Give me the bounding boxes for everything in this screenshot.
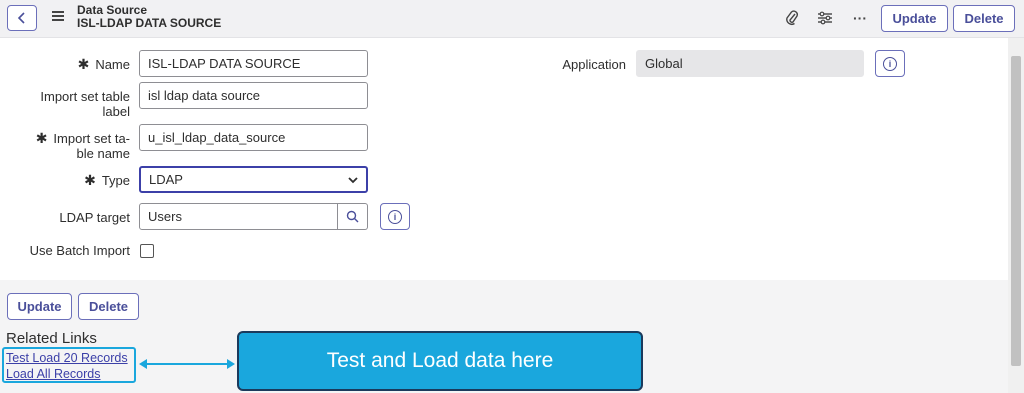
back-button[interactable] xyxy=(7,5,37,31)
load-all-records-link[interactable]: Load All Records xyxy=(6,367,101,381)
import-set-name-label: ✱ Import set ta- ble name xyxy=(35,130,130,162)
required-mark: ✱ xyxy=(77,56,90,72)
hamburger-menu-icon[interactable] xyxy=(52,11,64,23)
page-title-record: ISL-LDAP DATA SOURCE xyxy=(77,16,222,30)
footer-delete-button[interactable]: Delete xyxy=(78,293,139,320)
ldap-target-label: LDAP target xyxy=(59,210,130,225)
application-label: Application xyxy=(562,57,626,72)
info-icon: i xyxy=(388,209,402,224)
settings-sliders-icon[interactable] xyxy=(816,9,834,27)
test-load-20-records-link[interactable]: Test Load 20 Records xyxy=(6,351,128,365)
use-batch-import-checkbox[interactable] xyxy=(140,244,154,258)
type-select-value: LDAP xyxy=(149,172,183,187)
import-set-table-label-field[interactable]: isl ldap data source xyxy=(139,82,368,109)
scrollbar-thumb[interactable] xyxy=(1011,56,1021,366)
type-select[interactable]: LDAP xyxy=(139,166,368,193)
more-options-icon[interactable]: ··· xyxy=(851,9,869,27)
form-header: Data Source ISL-LDAP DATA SOURCE ··· Upd… xyxy=(0,0,1024,38)
chevron-down-icon xyxy=(348,176,358,183)
ldap-target-lookup-button[interactable] xyxy=(338,203,368,230)
name-label: ✱ Name xyxy=(77,56,130,73)
name-field[interactable]: ISL-LDAP DATA SOURCE xyxy=(139,50,368,77)
paperclip-icon[interactable] xyxy=(783,9,801,27)
data-source-form-page: Data Source ISL-LDAP DATA SOURCE ··· Upd… xyxy=(0,0,1024,393)
related-links-heading: Related Links xyxy=(6,330,97,347)
type-label: ✱ Type xyxy=(84,172,130,189)
page-title: Data Source ISL-LDAP DATA SOURCE xyxy=(77,4,221,30)
ldap-target-info-button[interactable]: i xyxy=(380,203,410,230)
search-icon xyxy=(346,210,359,223)
ldap-target-field[interactable]: Users xyxy=(139,203,338,230)
import-set-table-name-field[interactable]: u_isl_ldap_data_source xyxy=(139,124,368,151)
application-field: Global xyxy=(636,50,864,77)
info-icon: i xyxy=(883,56,897,71)
chevron-left-icon xyxy=(17,12,25,24)
footer-update-button[interactable]: Update xyxy=(7,293,72,320)
application-info-button[interactable]: i xyxy=(875,50,905,77)
header-delete-button[interactable]: Delete xyxy=(953,5,1015,32)
header-update-button[interactable]: Update xyxy=(881,5,948,32)
annotation-callout: Test and Load data here xyxy=(237,331,643,391)
import-set-label-label: Import set table label xyxy=(40,89,130,119)
double-arrow-icon xyxy=(139,359,235,369)
use-batch-import-label: Use Batch Import xyxy=(29,243,130,258)
